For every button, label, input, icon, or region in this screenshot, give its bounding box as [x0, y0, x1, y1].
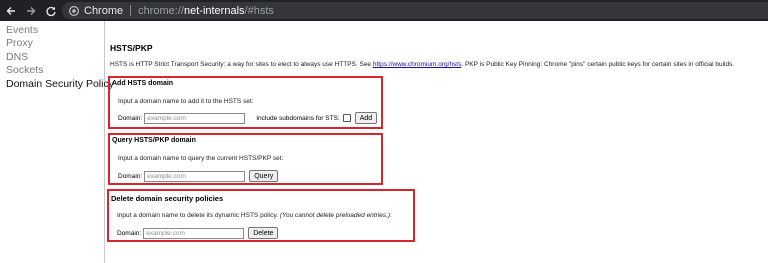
forward-button[interactable]: [22, 2, 40, 20]
delete-policies-row: Domain: Delete: [117, 227, 279, 239]
sidebar-item-sockets[interactable]: Sockets: [0, 64, 104, 77]
query-hsts-section: Query HSTS/PKP domain Input a domain nam…: [108, 133, 383, 185]
browser-toolbar: Chrome chrome://net-internals/#hsts: [0, 0, 768, 21]
address-separator: [130, 5, 132, 16]
sidebar-item-dns[interactable]: DNS: [0, 51, 104, 64]
add-domain-input[interactable]: [144, 112, 246, 124]
back-arrow-icon: [6, 6, 15, 15]
add-hsts-description: Input a domain name to add it to the HST…: [118, 98, 254, 105]
sidebar-item-events[interactable]: Events: [0, 24, 104, 37]
back-button[interactable]: [2, 2, 20, 20]
sidebar-item-proxy[interactable]: Proxy: [0, 37, 104, 50]
reload-icon: [46, 6, 56, 16]
delete-domain-label: Domain:: [117, 229, 142, 237]
intro-text: HSTS is HTTP Strict Transport Security: …: [110, 61, 734, 68]
delete-description-end: :: [390, 212, 392, 219]
intro-text-end: . PKP is Public Key Pinning: Chrome "pin…: [461, 61, 735, 68]
delete-policies-section: Delete domain security policies Input a …: [107, 189, 415, 242]
site-chip-label: Chrome: [84, 4, 124, 17]
query-hsts-row: Domain: Query: [118, 170, 279, 182]
forward-arrow-icon: [27, 6, 36, 15]
sidebar-item-domain-security-policy[interactable]: Domain Security Policy: [0, 78, 114, 91]
delete-button[interactable]: Delete: [248, 227, 279, 239]
chrome-logo-icon: [69, 5, 79, 16]
query-hsts-description: Input a domain name to query the current…: [118, 155, 284, 162]
delete-policies-title: Delete domain security policies: [111, 194, 224, 203]
delete-policies-description: Input a domain name to delete its dynami…: [117, 212, 392, 219]
address-bar[interactable]: Chrome chrome://net-internals/#hsts: [62, 2, 768, 19]
url-host: net-internals: [183, 4, 245, 17]
query-domain-input[interactable]: [144, 170, 246, 182]
intro-text-start: HSTS is HTTP Strict Transport Security: …: [110, 61, 373, 68]
include-subdomains-label: Include subdomains for STS:: [256, 114, 340, 122]
query-hsts-title: Query HSTS/PKP domain: [112, 137, 196, 144]
query-domain-label: Domain:: [118, 172, 143, 180]
add-hsts-title: Add HSTS domain: [112, 80, 174, 87]
hsts-link[interactable]: https://www.chromium.org/hsts: [373, 61, 462, 68]
reload-button[interactable]: [42, 2, 60, 20]
include-subdomains-checkbox[interactable]: [342, 114, 351, 122]
url-path: /#hsts: [244, 4, 274, 17]
add-domain-label: Domain:: [118, 114, 143, 122]
query-button[interactable]: Query: [249, 170, 279, 182]
add-hsts-row: Domain: Include subdomains for STS: Add: [118, 112, 378, 124]
sidebar: Events Proxy DNS Sockets Domain Security…: [0, 21, 114, 263]
delete-description-text: Input a domain name to delete its dynami…: [117, 212, 280, 219]
delete-domain-input[interactable]: [143, 227, 245, 239]
add-button[interactable]: Add: [354, 112, 378, 124]
add-hsts-section: Add HSTS domain Input a domain name to a…: [108, 76, 383, 129]
delete-description-note: (You cannot delete preloaded entries.): [279, 212, 391, 219]
url-scheme: chrome://: [138, 4, 184, 17]
page-title: HSTS/PKP: [110, 43, 153, 53]
